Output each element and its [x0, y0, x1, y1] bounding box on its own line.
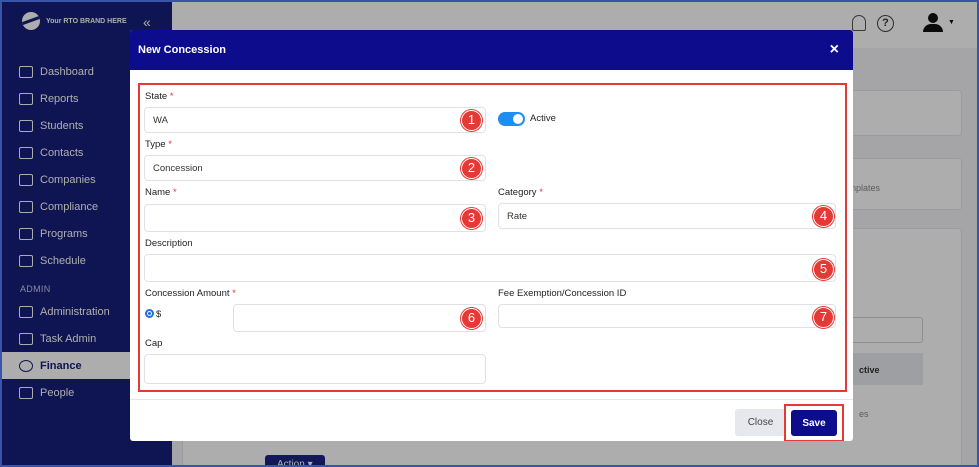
name-label: Name * — [145, 187, 177, 198]
type-select[interactable]: Concession — [144, 155, 486, 181]
concession-amount-label: Concession Amount * — [145, 288, 236, 299]
app-window: Your RTO BRAND HERE « Dashboard Reports … — [0, 0, 979, 467]
annotation-badge-3: 3 — [461, 208, 482, 229]
modal-header: New Concession × — [130, 30, 853, 70]
active-toggle[interactable] — [498, 112, 525, 126]
annotation-badge-4: 4 — [813, 206, 834, 227]
close-button[interactable]: Close — [735, 409, 786, 436]
currency-label: $ — [156, 309, 162, 320]
save-highlight-box: Save — [784, 404, 844, 441]
fee-exemption-input[interactable] — [498, 304, 836, 328]
modal-footer-divider — [130, 399, 853, 400]
cap-input[interactable] — [144, 354, 486, 384]
category-label: Category * — [498, 187, 543, 198]
new-concession-modal: New Concession × State * WA 1 Active Typ… — [130, 30, 853, 441]
annotation-badge-7: 7 — [813, 307, 834, 328]
description-input[interactable] — [144, 254, 836, 282]
form-highlight-box: State * WA 1 Active Type * Concession 2 … — [138, 83, 847, 392]
currency-radio[interactable] — [145, 309, 154, 318]
annotation-badge-2: 2 — [461, 158, 482, 179]
annotation-badge-1: 1 — [461, 110, 482, 131]
state-label: State * — [145, 91, 174, 102]
cap-label: Cap — [145, 338, 163, 349]
name-input[interactable] — [144, 204, 486, 232]
close-icon[interactable]: × — [830, 41, 839, 59]
category-select[interactable]: Rate — [498, 203, 836, 229]
description-label: Description — [145, 238, 193, 249]
concession-amount-input[interactable] — [233, 304, 486, 332]
type-label: Type * — [145, 139, 172, 150]
modal-title: New Concession — [138, 44, 227, 56]
annotation-badge-6: 6 — [461, 308, 482, 329]
fee-exemption-label: Fee Exemption/Concession ID — [498, 288, 627, 299]
active-label: Active — [530, 113, 556, 124]
state-select[interactable]: WA — [144, 107, 486, 133]
save-button[interactable]: Save — [791, 410, 837, 436]
annotation-badge-5: 5 — [813, 259, 834, 280]
